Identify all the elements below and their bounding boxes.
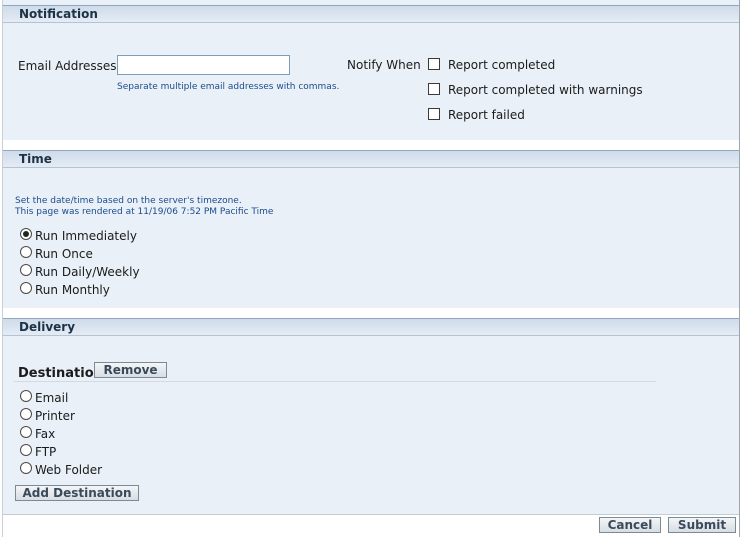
delivery-title: Delivery	[19, 320, 76, 334]
run-daily-weekly-label: Run Daily/Weekly	[35, 265, 140, 279]
notification-title: Notification	[19, 7, 98, 21]
remove-button[interactable]: Remove	[94, 362, 167, 378]
time-note-rendered: This page was rendered at 11/19/06 7:52 …	[15, 207, 274, 217]
destination-fax-radio[interactable]	[20, 426, 32, 438]
add-destination-button[interactable]: Add Destination	[15, 485, 139, 501]
destination-printer-radio[interactable]	[20, 408, 32, 420]
report-failed-checkbox[interactable]	[428, 108, 440, 120]
run-immediately-radio[interactable]	[20, 228, 32, 240]
run-immediately-label: Run Immediately	[35, 229, 137, 243]
run-once-radio[interactable]	[20, 246, 32, 258]
time-note-timezone: Set the date/time based on the server's …	[15, 196, 242, 206]
time-header: Time	[3, 150, 739, 168]
notification-header: Notification	[3, 5, 739, 23]
cancel-button[interactable]: Cancel	[599, 517, 661, 533]
destination-divider	[14, 381, 656, 382]
report-completed-checkbox[interactable]	[428, 58, 440, 70]
destination-web-folder-label: Web Folder	[35, 463, 103, 477]
destination-printer-label: Printer	[35, 409, 75, 423]
footer-divider	[3, 514, 739, 515]
destination-web-folder-radio[interactable]	[20, 462, 32, 474]
run-monthly-radio[interactable]	[20, 282, 32, 294]
destination-ftp-radio[interactable]	[20, 444, 32, 456]
time-title: Time	[19, 152, 52, 166]
report-completed-warnings-label: Report completed with warnings	[448, 83, 643, 97]
destination-email-radio[interactable]	[20, 390, 32, 402]
notify-when-label: Notify When	[347, 58, 421, 72]
destination-email-label: Email	[35, 391, 69, 405]
email-hint: Separate multiple email addresses with c…	[117, 82, 340, 92]
submit-button[interactable]: Submit	[668, 517, 736, 533]
run-monthly-label: Run Monthly	[35, 283, 110, 297]
report-completed-warnings-checkbox[interactable]	[428, 83, 440, 95]
run-daily-weekly-radio[interactable]	[20, 264, 32, 276]
email-addresses-label: Email Addresses	[18, 59, 117, 73]
right-border	[739, 0, 740, 537]
report-completed-label: Report completed	[448, 58, 556, 72]
destination-ftp-label: FTP	[35, 445, 57, 459]
delivery-header: Delivery	[3, 318, 739, 336]
destination-label: Destination	[18, 366, 103, 381]
schedule-report-form: Notification Email Addresses Separate mu…	[0, 0, 741, 537]
destination-fax-label: Fax	[35, 427, 56, 441]
email-addresses-input[interactable]	[117, 55, 290, 75]
run-once-label: Run Once	[35, 247, 93, 261]
report-failed-label: Report failed	[448, 108, 525, 122]
